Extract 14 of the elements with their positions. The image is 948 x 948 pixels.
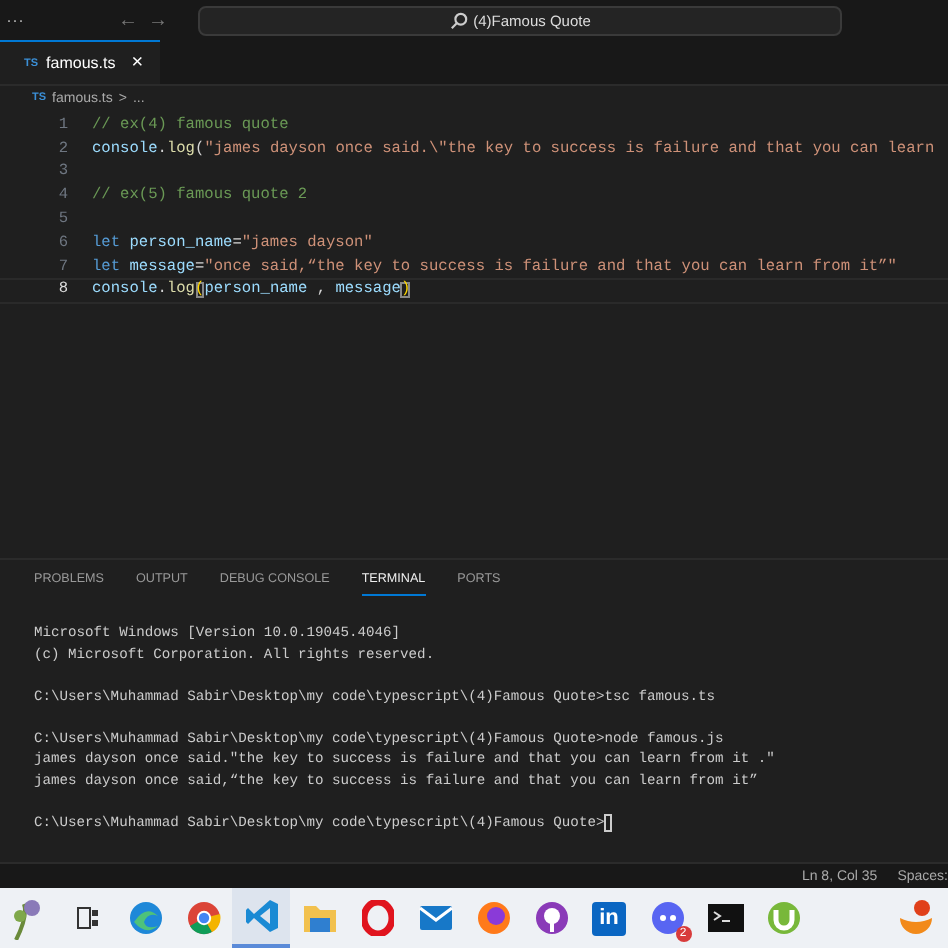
linkedin-icon[interactable]: in bbox=[592, 901, 626, 935]
edge-browser-icon[interactable] bbox=[127, 900, 163, 936]
terminal-cursor bbox=[604, 814, 613, 833]
chrome-browser-icon[interactable] bbox=[185, 900, 221, 936]
task-view-icon[interactable] bbox=[75, 906, 99, 930]
back-button[interactable]: ← bbox=[118, 9, 138, 31]
more-menu[interactable]: ··· bbox=[6, 10, 118, 30]
search-icon bbox=[449, 11, 468, 29]
forward-button[interactable]: → bbox=[148, 9, 168, 31]
mail-icon[interactable] bbox=[417, 904, 453, 932]
folder-icon[interactable] bbox=[301, 902, 337, 934]
opera-browser-icon[interactable] bbox=[361, 900, 393, 936]
terminal-icon[interactable] bbox=[707, 904, 743, 932]
code-editor-icon[interactable] bbox=[243, 898, 279, 934]
